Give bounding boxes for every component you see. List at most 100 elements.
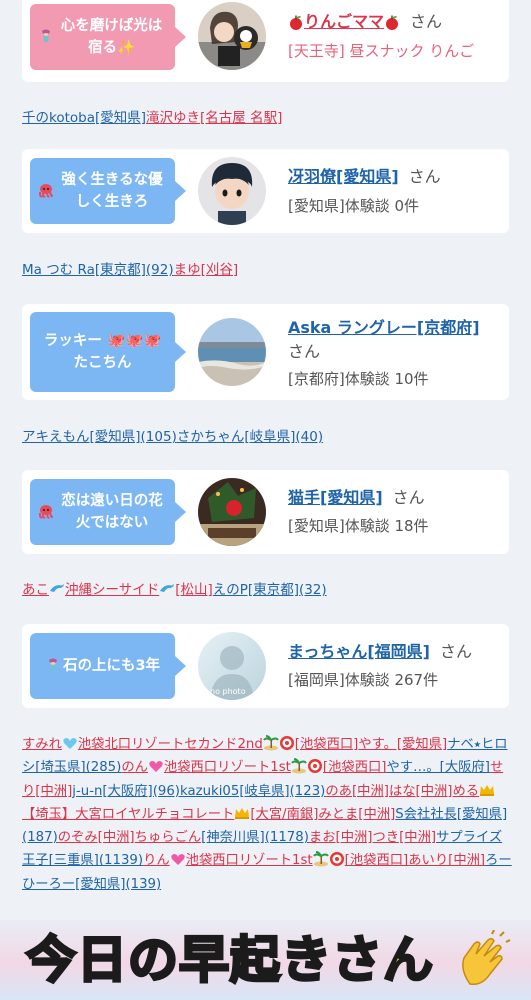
user-name-link[interactable]: まっちゃん[福岡県] — [288, 642, 430, 661]
user-name-link[interactable]: Aska ラングレー[京都府] — [288, 318, 480, 337]
user-link-strip: Ma つむ Ra[東京都](92)まゆ[刈谷] — [22, 259, 512, 281]
palm-island-icon — [262, 735, 279, 751]
avatar[interactable] — [198, 2, 266, 70]
user-link-strip: 千のkotoba[愛知県]滝沢ゆき[名古屋 名駅] — [22, 107, 512, 129]
user-link[interactable]: [池袋西口] — [323, 760, 387, 775]
honorific: さん — [410, 12, 443, 31]
heart-icon — [170, 851, 186, 867]
user-link[interactable]: アキえもん[愛知県](105) — [22, 429, 177, 445]
user-link-list: すみれ 池袋北口リゾートセカンド2nd [池袋西口]やす。[愛知県]ナベ⭑ヒロシ[埼… — [22, 733, 512, 896]
target-icon — [279, 735, 295, 751]
user-link[interactable]: まお[中洲] — [309, 830, 373, 845]
palm-island-icon — [291, 758, 307, 774]
bubble-text: 心を磨けば光は宿る✨ — [60, 18, 163, 56]
user-link[interactable]: えのP[東京都](32) — [213, 582, 327, 598]
mermaid-icon — [45, 658, 61, 674]
no-photo-label: no photo — [210, 687, 246, 696]
user-link[interactable]: 千のkotoba[愛知県] — [22, 110, 146, 126]
apple-icon — [288, 13, 304, 30]
user-link[interactable]: Ma つむ Ra[東京都](92) — [22, 262, 174, 278]
crown-icon — [479, 782, 495, 798]
name-line: さん — [288, 340, 501, 364]
user-link[interactable]: のん — [121, 760, 148, 775]
experience-count[interactable]: [京都府]体験談 10件 — [288, 368, 501, 390]
honorific: さん — [440, 642, 473, 661]
user-link[interactable]: すみれ — [22, 737, 62, 752]
early-riser-banner: 今日の早起きさん — [0, 920, 531, 1000]
avatar[interactable] — [198, 478, 266, 546]
user-link[interactable]: りん — [143, 853, 170, 868]
bubble-text: 恋は遠い日の花火ではない — [61, 493, 163, 531]
name-line: 猫手[愛知県] さん — [288, 486, 501, 510]
user-link[interactable]: [神奈川県](1178) — [201, 830, 309, 845]
avatar[interactable]: no photo — [198, 632, 266, 700]
honorific: さん — [392, 488, 425, 507]
profile-card-4[interactable]: 恋は遠い日の花火ではない 猫手[愛知県] さん [愛知県]体験談 18件 — [22, 470, 509, 554]
user-link[interactable]: ちゅらごん — [135, 830, 201, 845]
user-link[interactable]: あいり[中洲] — [408, 853, 485, 868]
user-link[interactable]: さかちゃん[岐阜県](40) — [177, 429, 323, 445]
dolphin-icon — [159, 581, 175, 597]
clap-icon — [452, 929, 514, 992]
user-link[interactable]: 池袋北口リゾートセカンド2nd — [78, 737, 263, 752]
mermaid-icon — [38, 29, 54, 45]
name-line: Aska ラングレー[京都府] — [288, 316, 501, 340]
profile-card-1[interactable]: 心を磨けば光は宿る✨ りんごママ さん [天王寺] 昼スナック りんご — [22, 0, 509, 82]
octopus-icon — [38, 183, 54, 199]
banner-title: 今日の早起きさん — [25, 930, 435, 991]
user-link[interactable]: [池袋西口] — [345, 853, 409, 868]
user-link[interactable]: [松山] — [175, 582, 213, 598]
user-link[interactable]: 池袋西口リゾート1st — [164, 760, 291, 775]
user-link[interactable]: のぞみ[中洲] — [58, 830, 135, 845]
user-link[interactable]: j-u-n[大阪府](96) — [72, 784, 180, 799]
user-link[interactable]: kazuki05[岐阜県](123) — [180, 784, 325, 799]
profile-card-5[interactable]: 石の上にも3年 no photo まっちゃん[福岡県] さん [福岡県]体験談 2… — [22, 624, 509, 708]
name-line: りんごママ さん — [288, 10, 501, 34]
message-bubble: ラッキー 🐙🐙🐙 たこちん — [30, 312, 186, 392]
user-link-strip: あこ 沖縄シーサイド [松山]えのP[東京都](32) — [22, 579, 512, 601]
name-line: 冴羽僚[愛知県] さん — [288, 165, 501, 189]
user-link[interactable]: [大宮/南銀] — [250, 807, 318, 822]
user-link[interactable]: つき[中洲] — [372, 830, 436, 845]
experience-count[interactable]: [愛知県]体験談 0件 — [288, 195, 501, 217]
user-link[interactable]: やす…。[大阪府] — [386, 760, 489, 775]
bubble-text: 石の上にも3年 — [62, 658, 161, 674]
user-link[interactable]: まゆ[刈谷] — [174, 262, 239, 278]
honorific: さん — [288, 342, 321, 361]
apple-icon — [384, 13, 400, 30]
message-bubble: 恋は遠い日の花火ではない — [30, 479, 186, 545]
user-name-link[interactable]: 冴羽僚[愛知県] — [288, 167, 399, 186]
palm-island-icon — [312, 851, 329, 867]
user-link[interactable]: 池袋西口リゾート1st — [186, 853, 313, 868]
avatar[interactable] — [198, 157, 266, 225]
user-link[interactable]: 沖縄シーサイド — [65, 582, 159, 598]
user-link[interactable]: める — [453, 784, 480, 799]
octopus-icon — [38, 504, 54, 520]
experience-count[interactable]: [愛知県]体験談 18件 — [288, 515, 501, 537]
crown-icon — [234, 805, 250, 821]
bubble-text: 強く生きるな優しく生きろ — [61, 172, 163, 210]
profile-card-2[interactable]: 強く生きるな優しく生きろ 冴羽僚[愛知県] さん [愛知県]体験談 0件 — [22, 149, 509, 233]
shop-info[interactable]: [天王寺] 昼スナック りんご — [288, 40, 501, 62]
user-link[interactable]: [池袋西口] — [295, 737, 359, 752]
user-link[interactable]: 【埼玉】大宮ロイヤルチョコレート — [22, 807, 234, 822]
user-link[interactable]: みとま[中洲] — [318, 807, 395, 822]
experience-count[interactable]: [福岡県]体験談 267件 — [288, 669, 501, 691]
user-link[interactable]: あこ — [22, 582, 49, 598]
user-link[interactable]: のあ[中洲] — [325, 784, 389, 799]
user-name-link[interactable]: りんごママ — [304, 12, 384, 31]
dolphin-icon — [49, 581, 65, 597]
user-link[interactable]: やす。[愛知県] — [358, 737, 447, 752]
message-bubble: 心を磨けば光は宿る✨ — [30, 4, 186, 70]
user-link[interactable]: 滝沢ゆき[名古屋 名駅] — [146, 110, 282, 126]
heart-icon — [148, 758, 164, 774]
avatar[interactable] — [198, 318, 266, 386]
honorific: さん — [408, 167, 441, 186]
message-bubble: 石の上にも3年 — [30, 633, 186, 699]
heart-icon — [62, 735, 78, 751]
profile-card-3[interactable]: ラッキー 🐙🐙🐙 たこちん Aska ラングレー[京都府] さん [京都府]体験… — [22, 304, 509, 400]
target-icon — [329, 851, 345, 867]
user-link[interactable]: はな[中洲] — [389, 784, 453, 799]
target-icon — [307, 758, 323, 774]
user-name-link[interactable]: 猫手[愛知県] — [288, 488, 383, 507]
